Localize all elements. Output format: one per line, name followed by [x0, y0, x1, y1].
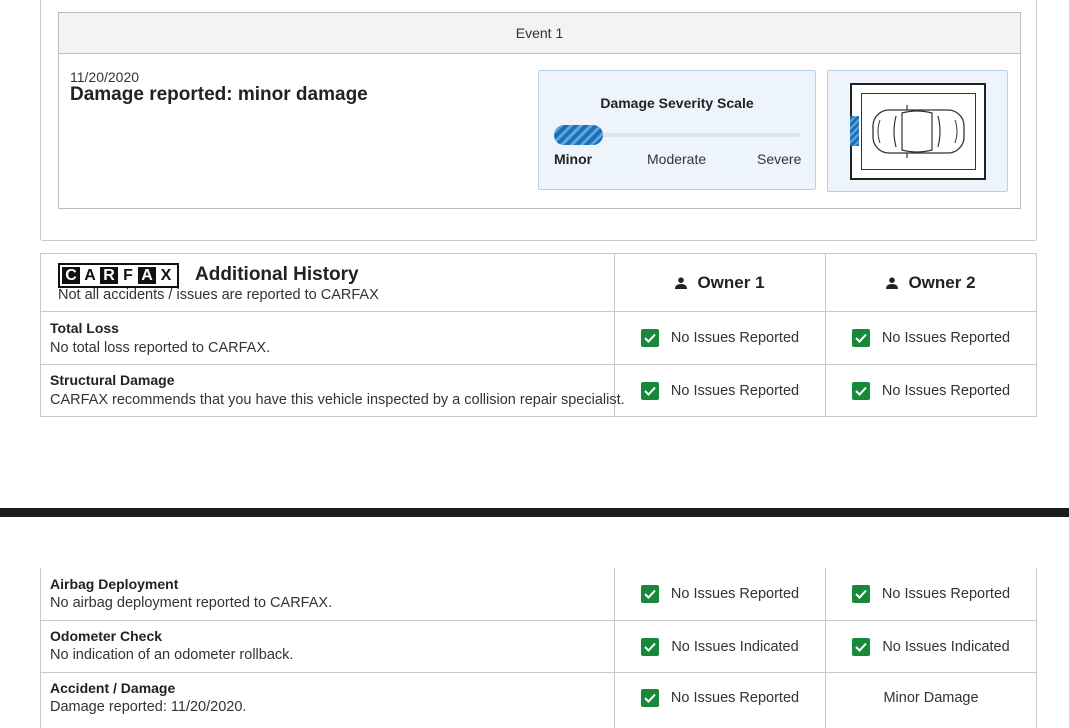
status-text: No Issues Reported [670, 383, 800, 399]
logo-letter: A [81, 267, 99, 284]
owner-1-status: No Issues Reported [615, 365, 825, 417]
check-icon [851, 585, 870, 603]
additional-history-title: Additional History [195, 264, 359, 285]
status-text: No Issues Reported [881, 586, 1011, 602]
status-text: No Issues Reported [670, 586, 800, 602]
person-icon [675, 276, 688, 289]
severity-label-moderate: Moderate [647, 151, 707, 167]
check-icon [852, 638, 871, 656]
page-divider [0, 508, 1069, 517]
check-icon [641, 638, 660, 656]
row-description: No total loss reported to CARFAX. [50, 340, 271, 356]
owner-2-status: Minor Damage [826, 673, 1036, 723]
severity-title: Damage Severity Scale [600, 95, 754, 111]
status-text: No Issues Reported [881, 383, 1011, 399]
status-text: No Issues Reported [881, 330, 1011, 346]
check-icon [640, 689, 659, 707]
row-title: Total Loss [50, 320, 119, 336]
owner-2-status: No Issues Reported [826, 312, 1036, 364]
owner-2-status: No Issues Reported [826, 365, 1036, 417]
severity-label-severe: Severe [757, 151, 802, 167]
check-icon [640, 329, 659, 347]
owner-1-status: No Issues Reported [615, 673, 825, 723]
row-description: No airbag deployment reported to CARFAX. [50, 595, 333, 611]
owner-1-header: Owner 1 [615, 254, 825, 311]
row-title: Airbag Deployment [50, 576, 179, 592]
event-title: Damage reported: minor damage [70, 84, 368, 105]
person-icon [886, 276, 899, 289]
owner-1-status: No Issues Reported [615, 568, 825, 620]
owner-2-status: No Issues Indicated [826, 621, 1036, 673]
check-icon [640, 585, 659, 603]
logo-letter: X [157, 267, 175, 284]
additional-history-table-continued: Airbag Deployment No airbag deployment r… [40, 568, 1037, 728]
row-title: Odometer Check [50, 628, 163, 644]
car-top-icon [872, 105, 965, 158]
row-title: Accident / Damage [50, 680, 176, 696]
owner-1-status: No Issues Reported [615, 312, 825, 364]
row-description: CARFAX recommends that you have this veh… [50, 392, 625, 408]
vehicle-frame [850, 83, 986, 180]
event-panel: Event 1 11/20/2020 Damage reported: mino… [58, 12, 1021, 209]
damage-severity-scale: Damage Severity Scale Minor Moderate Sev… [538, 70, 816, 190]
damage-impact-marker [850, 116, 859, 146]
severity-label-minor: Minor [554, 151, 593, 167]
check-icon [851, 382, 870, 400]
damage-location-diagram [827, 70, 1008, 192]
status-text: No Issues Reported [670, 690, 800, 706]
logo-letter: C [62, 267, 80, 284]
severity-indicator [554, 125, 603, 145]
owner-1-status: No Issues Indicated [615, 621, 825, 673]
row-title: Structural Damage [50, 372, 175, 388]
event-header: Event 1 [59, 13, 1020, 54]
status-text: No Issues Indicated [882, 639, 1010, 655]
owner-2-label: Owner 2 [908, 272, 976, 292]
status-text: Minor Damage [883, 690, 979, 706]
carfax-logo: C A R F A X [58, 263, 179, 288]
status-text: No Issues Indicated [671, 639, 799, 655]
row-description: No indication of an odometer rollback. [50, 647, 294, 663]
row-description: Damage reported: 11/20/2020. [50, 699, 247, 715]
check-icon [640, 382, 659, 400]
vehicle-outline-box [861, 93, 976, 170]
logo-letter: A [138, 267, 156, 284]
status-text: No Issues Reported [670, 330, 800, 346]
owner-2-header: Owner 2 [826, 254, 1036, 311]
check-icon [851, 329, 870, 347]
logo-letter: R [100, 267, 118, 284]
logo-letter: F [119, 267, 137, 284]
event-date: 11/20/2020 [70, 69, 140, 85]
owner-2-status: No Issues Reported [826, 568, 1036, 620]
additional-history-table: C A R F A X Additional History Not all a… [40, 253, 1037, 417]
additional-history-subtitle: Not all accidents / issues are reported … [58, 287, 379, 303]
owner-1-label: Owner 1 [697, 272, 765, 292]
